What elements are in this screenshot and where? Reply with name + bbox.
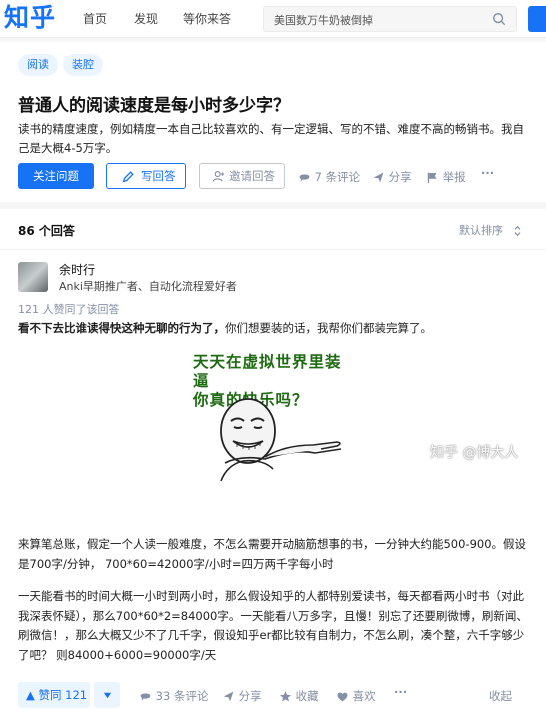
- collapse-button[interactable]: 收起: [489, 688, 512, 704]
- report-button[interactable]: 举报: [426, 169, 466, 185]
- zhihu-logo[interactable]: 知乎: [4, 2, 56, 34]
- invite-answer-button[interactable]: 邀请回答: [199, 163, 285, 189]
- triangle-down-icon: [103, 692, 112, 699]
- sort-label: 默认排序: [459, 224, 503, 237]
- question-description: 读书的精度速度，例如精度一本自己比较喜欢的、有一定逻辑、写的不错、难度不高的畅销…: [18, 122, 524, 155]
- pointing-face-illustration: [220, 398, 342, 481]
- like-button[interactable]: 喜欢: [336, 688, 376, 704]
- ask-question-button[interactable]: [528, 6, 546, 32]
- sort-dropdown[interactable]: 默认排序: [459, 222, 522, 238]
- answer-paragraph: 一天能看书的时间大概一小时到两小时，那么假设知乎的人都特别爱读书，每天都看两小时…: [18, 589, 528, 662]
- avatar[interactable]: [18, 262, 48, 292]
- question-comments-button[interactable]: 7 条评论: [298, 169, 360, 185]
- topic-tag[interactable]: 阅读: [18, 54, 58, 76]
- answer-lead-bold: 看不下去比谁读得快这种无聊的行为了，: [18, 321, 225, 335]
- answer-more-button[interactable]: ···: [394, 685, 407, 699]
- pencil-icon: [122, 170, 134, 182]
- topic-tag[interactable]: 装腔: [63, 54, 103, 76]
- nav-discover[interactable]: 发现: [134, 10, 158, 27]
- meme-caption-line: 天天在虚拟世界里装逼: [193, 353, 342, 390]
- agree-count-note: 121 人赞同了该回答: [18, 303, 120, 316]
- question-card: 阅读 装腔 普通人的阅读速度是每小时多少字？ 读书的精度速度，例如精度一本自己比…: [0, 42, 546, 202]
- answer-share-button[interactable]: 分享: [222, 688, 262, 704]
- collect-label: 收藏: [295, 689, 319, 703]
- question-share-label: 分享: [388, 170, 412, 184]
- vote-up-button[interactable]: ▲ 赞同 121: [18, 682, 90, 708]
- share-icon: [373, 172, 384, 183]
- report-label: 举报: [442, 170, 466, 184]
- answer-comments-label: 33 条评论: [155, 689, 209, 703]
- answer-action-bar: ▲ 赞同 121 33 条评论 分享 收藏 喜欢 ··· 收起: [0, 680, 546, 711]
- answer-lead-rest: 你们想要装的话，我帮你们都装完算了。: [225, 321, 432, 335]
- answer-count: 86 个回答: [18, 224, 75, 238]
- comment-icon: [140, 693, 151, 701]
- vote-down-button[interactable]: [94, 682, 120, 708]
- write-answer-label: 写回答: [141, 169, 176, 183]
- question-title: 普通人的阅读速度是每小时多少字？: [18, 96, 290, 116]
- follow-question-button[interactable]: 关注问题: [18, 163, 94, 189]
- add-user-icon: [212, 171, 225, 182]
- sort-arrows-icon: [514, 225, 520, 237]
- watermark: 知乎 @博大人: [430, 445, 519, 461]
- author-name[interactable]: 余时行: [59, 261, 95, 278]
- star-icon: [279, 691, 292, 702]
- like-label: 喜欢: [352, 689, 376, 703]
- write-answer-button[interactable]: 写回答: [106, 163, 186, 189]
- invite-answer-label: 邀请回答: [229, 169, 275, 183]
- answer-paragraph: 来算笔总账，假定一个人读一般难度，不怎么需要开动脑筋想事的书，一分钟大约能500…: [18, 537, 527, 571]
- question-comments-label: 7 条评论: [314, 170, 361, 184]
- answer-lead: 看不下去比谁读得快这种无聊的行为了，你们想要装的话，我帮你们都装完算了。: [18, 320, 432, 336]
- nav-home[interactable]: 首页: [83, 10, 107, 27]
- top-navigation-bar: 知乎 首页 发现 等你来答 美国数万牛奶被倒掉: [0, 0, 546, 38]
- search-icon[interactable]: [492, 12, 506, 26]
- comment-icon: [299, 174, 310, 182]
- meme-image[interactable]: 天天在虚拟世界里装逼 你真的快乐吗？: [193, 353, 355, 481]
- question-share-button[interactable]: 分享: [372, 169, 412, 185]
- search-placeholder: 美国数万牛奶被倒掉: [274, 14, 373, 27]
- flag-icon: [427, 172, 437, 184]
- answer-comments-button[interactable]: 33 条评论: [139, 688, 208, 704]
- author-bio: Anki早期推广者、自动化流程爱好者: [59, 280, 237, 293]
- heart-icon: [337, 692, 348, 702]
- share-icon: [223, 691, 234, 702]
- answer-share-label: 分享: [238, 689, 262, 703]
- search-input[interactable]: 美国数万牛奶被倒掉: [263, 6, 517, 32]
- collect-button[interactable]: 收藏: [279, 688, 319, 704]
- divider: [0, 249, 546, 250]
- more-options-button[interactable]: ···: [481, 166, 494, 180]
- nav-waiting[interactable]: 等你来答: [183, 10, 231, 27]
